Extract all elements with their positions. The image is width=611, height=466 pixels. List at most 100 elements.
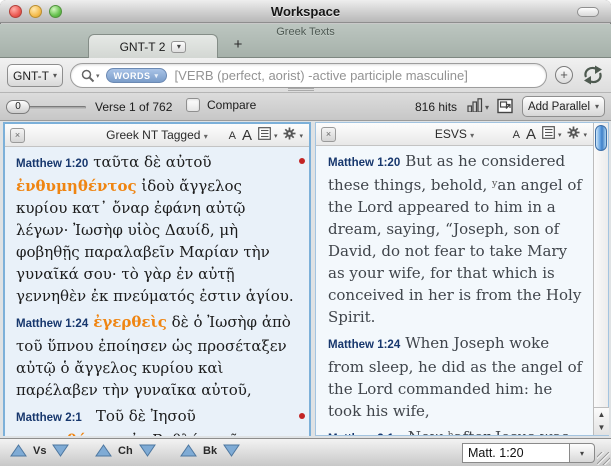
verse-reference[interactable]: Matthew 1:24 [328, 339, 400, 351]
compare-checkbox[interactable] [186, 98, 200, 112]
pane-settings-button[interactable] [567, 126, 580, 144]
search-scope-pill[interactable]: WORDS ▾ [106, 68, 167, 83]
workspace-window: Workspace Greek Texts GNT-T 2 ▾ + GNT-T … [0, 0, 611, 466]
verse-reference[interactable]: Matthew 1:20 [16, 158, 88, 170]
next-chapter-icon[interactable] [139, 444, 156, 457]
greek-pane-header: × Greek NT Tagged ▾ A A [5, 124, 309, 147]
previous-chapter-icon[interactable] [95, 444, 112, 457]
esv-text-pane: × ESVS ▾ A A ▾ [315, 122, 609, 436]
analysis-chart-button[interactable]: ▾ [467, 98, 489, 112]
chevron-down-icon: ▾ [53, 71, 57, 80]
chevron-down-icon: ▾ [204, 132, 208, 141]
chevron-down-icon[interactable]: ▾ [583, 131, 587, 139]
research-recycle-icon[interactable] [581, 65, 605, 85]
esv-text-content[interactable]: Matthew 1:20But as he considered these t… [316, 146, 593, 435]
chevron-down-icon: ▾ [470, 131, 474, 140]
decrease-font-button[interactable]: A [229, 130, 236, 142]
display-settings-button[interactable] [258, 127, 271, 145]
next-verse-icon[interactable] [52, 444, 69, 457]
module-select-button[interactable]: GNT-T ▾ [7, 64, 63, 87]
navigation-bar: Vs Ch Bk ▾ [0, 438, 611, 466]
increase-font-button[interactable]: A [526, 126, 536, 143]
chevron-down-icon[interactable]: ▾ [274, 132, 278, 140]
tab-menu-icon[interactable]: ▾ [171, 41, 186, 53]
verse[interactable]: Matthew 1:20ταῦτα δὲ αὐτοῦ ἐνθυμηθέντος … [16, 151, 297, 307]
search-hit-word: ἐνθυμηθέντος [16, 177, 137, 195]
verse-reference[interactable]: Matthew 2:1 [328, 433, 394, 435]
text-panes-area: × Greek NT Tagged ▾ A A [0, 121, 611, 438]
tab-strip: Greek Texts GNT-T 2 ▾ + [0, 24, 611, 58]
compare-label: Compare [207, 98, 256, 112]
pane-title-label: Greek NT Tagged [106, 128, 200, 142]
reference-dropdown-button[interactable]: ▾ [570, 443, 595, 463]
hit-marker-dot [299, 158, 305, 164]
verse-nav-group: Vs [10, 444, 69, 457]
verse-nav-label: Vs [33, 445, 46, 457]
search-input[interactable]: ▾ WORDS ▾ [VERB (perfect, aorist) -activ… [70, 63, 547, 88]
chevron-down-icon: ▾ [485, 103, 489, 112]
chevron-down-icon: ▾ [155, 72, 159, 80]
text-display-icon [258, 127, 271, 140]
previous-book-icon[interactable] [180, 444, 197, 457]
verse-reference[interactable]: Matthew 1:20 [328, 157, 400, 169]
pane-title-label: ESVS [435, 127, 467, 141]
greek-text-content[interactable]: Matthew 1:20ταῦτα δὲ αὐτοῦ ἐνθυμηθέντος … [5, 147, 309, 436]
verse[interactable]: Matthew 2:1Τοῦ δὲ Ἰησοῦ γεννηθέντος ἐν Β… [16, 405, 297, 436]
chapter-nav-label: Ch [118, 445, 133, 457]
esv-pane-header: × ESVS ▾ A A ▾ [316, 123, 593, 146]
pane-settings-button[interactable] [283, 127, 296, 145]
greek-text-pane: × Greek NT Tagged ▾ A A [3, 122, 311, 436]
window-resize-grip[interactable] [597, 452, 610, 465]
verse-reference[interactable]: Matthew 2:1 [16, 412, 82, 424]
search-options-arrow-icon[interactable]: ▾ [96, 72, 100, 80]
search-resize-handle[interactable] [288, 88, 314, 92]
verse-text: ἰδοὺ ἄγγελος κυρίου κατ᾽ ὄναρ ἐφάνη αὐτῷ… [16, 177, 294, 305]
book-nav-group: Bk [180, 444, 240, 457]
scroll-down-icon[interactable]: ▼ [594, 421, 609, 434]
compare-control[interactable]: Compare [186, 98, 256, 112]
window-title: Workspace [0, 4, 611, 19]
title-bar[interactable]: Workspace [0, 0, 611, 23]
search-icon[interactable] [81, 69, 95, 83]
verse-text: ἐν Βηθλέεμ τῆς [126, 431, 247, 436]
tab-gnt-t-2[interactable]: GNT-T 2 ▾ [88, 34, 218, 58]
gear-icon [567, 126, 580, 139]
bar-chart-icon [467, 98, 483, 112]
new-tab-button[interactable]: + [228, 34, 248, 56]
next-book-icon[interactable] [223, 444, 240, 457]
decrease-font-button[interactable]: A [513, 129, 520, 141]
context-slider[interactable]: 0 [6, 100, 86, 114]
verse-counter: Verse 1 of 762 [95, 100, 172, 114]
verse[interactable]: Matthew 1:24ἐγερθεὶς δὲ ὁ Ἰωσὴφ ἀπὸ τοῦ … [16, 311, 297, 401]
scope-label: WORDS [114, 71, 151, 81]
add-search-tab-icon[interactable]: + [555, 66, 573, 84]
chevron-down-icon[interactable]: ▾ [558, 131, 562, 139]
window-panel-icon [497, 98, 514, 114]
display-settings-button[interactable] [542, 126, 555, 144]
add-parallel-button[interactable]: Add Parallel ▾ [522, 96, 605, 117]
scroll-up-icon[interactable]: ▲ [594, 408, 609, 421]
search-query-text[interactable]: [VERB (perfect, aorist) -active particip… [175, 68, 468, 83]
gear-icon [283, 127, 296, 140]
amplify-window-button[interactable] [497, 98, 514, 119]
vertical-scrollbar[interactable]: ▲ ▼ [593, 123, 608, 435]
chevron-down-icon[interactable]: ▾ [299, 132, 303, 140]
go-to-reference-input[interactable] [462, 443, 570, 463]
previous-verse-icon[interactable] [10, 444, 27, 457]
hits-count: 816 hits [415, 100, 457, 114]
increase-font-button[interactable]: A [242, 127, 252, 144]
verse[interactable]: Matthew 2:1Now hafter Jesus was born in … [328, 426, 583, 435]
chapter-nav-group: Ch [95, 444, 156, 457]
verse-reference[interactable]: Matthew 1:24 [16, 318, 88, 330]
toolbar-toggle-button[interactable] [577, 7, 599, 17]
search-hit-word: ἐγερθεὶς [93, 313, 167, 331]
scrollbar-thumb[interactable] [595, 125, 607, 151]
results-toolbar: 0 Verse 1 of 762 Compare 816 hits ▾ [0, 93, 611, 121]
search-toolbar: GNT-T ▾ ▾ WORDS ▾ [VERB (perfect, aorist… [0, 58, 611, 93]
verse[interactable]: Matthew 1:24When Joseph woke from sleep,… [328, 332, 583, 422]
verse[interactable]: Matthew 1:20But as he considered these t… [328, 150, 583, 328]
slider-thumb[interactable]: 0 [6, 100, 30, 114]
chevron-down-icon: ▾ [595, 102, 599, 111]
verse-text: ταῦτα δὲ αὐτοῦ [93, 153, 211, 171]
tab-label: GNT-T 2 [120, 40, 166, 54]
